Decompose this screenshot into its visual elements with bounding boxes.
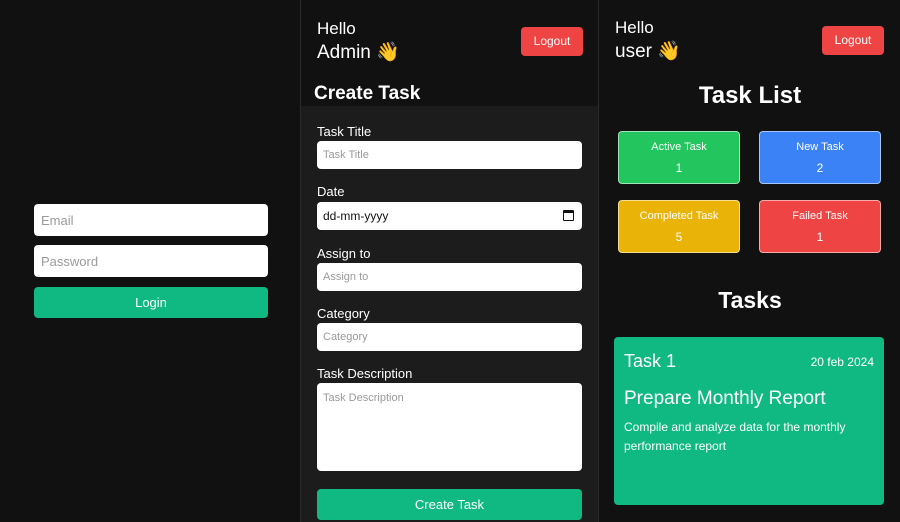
user-greeting: Hello: [615, 18, 654, 37]
task-title-input[interactable]: Task Title: [317, 141, 582, 169]
user-panel: Hello user 👋 Logout Task List Active Tas…: [600, 0, 900, 522]
assign-to-label: Assign to: [317, 246, 371, 261]
create-task-heading: Create Task: [314, 83, 421, 104]
create-task-button[interactable]: Create Task: [317, 489, 582, 520]
admin-greeting: Hello: [317, 19, 356, 38]
create-task-form: Task Title Task Title Date dd-mm-yyyy As…: [301, 106, 598, 522]
failed-task-count: 1: [816, 230, 824, 244]
date-value: dd-mm-yyyy: [323, 209, 389, 223]
date-input[interactable]: dd-mm-yyyy: [317, 202, 582, 230]
completed-task-count: 5: [675, 230, 683, 244]
email-field[interactable]: [34, 204, 268, 236]
completed-task-label: Completed Task: [639, 210, 719, 222]
failed-task-card: Failed Task 1: [759, 200, 881, 253]
date-label: Date: [317, 184, 345, 199]
active-task-label: Active Task: [651, 141, 707, 153]
task-description: Compile and analyze data for the monthly…: [624, 420, 846, 453]
admin-name: Admin 👋: [317, 42, 400, 63]
task-number: Task 1: [624, 351, 677, 371]
task-title: Prepare Monthly Report: [624, 388, 826, 409]
admin-logout-button[interactable]: Logout: [521, 27, 583, 56]
user-name: user 👋: [615, 41, 681, 62]
new-task-card: New Task 2: [759, 131, 881, 184]
new-task-count: 2: [816, 161, 824, 175]
task-description-label: Task Description: [317, 366, 413, 381]
tasks-heading: Tasks: [718, 287, 782, 313]
login-button[interactable]: Login: [34, 287, 268, 318]
task-card[interactable]: Task 1 20 feb 2024 Prepare Monthly Repor…: [614, 337, 884, 505]
category-input[interactable]: Category: [317, 323, 582, 351]
user-logout-button[interactable]: Logout: [822, 26, 884, 55]
completed-task-card: Completed Task 5: [618, 200, 740, 253]
active-task-card: Active Task 1: [618, 131, 740, 184]
active-task-count: 1: [675, 161, 683, 175]
category-label: Category: [317, 306, 370, 321]
password-field[interactable]: [34, 245, 268, 277]
task-description-input[interactable]: Task Description: [317, 383, 582, 471]
task-date: 20 feb 2024: [810, 355, 874, 369]
assign-to-input[interactable]: Assign to: [317, 263, 582, 291]
task-list-heading: Task List: [698, 82, 802, 109]
login-panel: Login: [0, 0, 299, 522]
failed-task-label: Failed Task: [792, 210, 848, 222]
task-title-label: Task Title: [317, 124, 372, 139]
calendar-icon[interactable]: [563, 210, 574, 221]
admin-panel: Hello Admin 👋 Logout Create Task Task Ti…: [300, 0, 599, 522]
new-task-label: New Task: [796, 141, 844, 153]
